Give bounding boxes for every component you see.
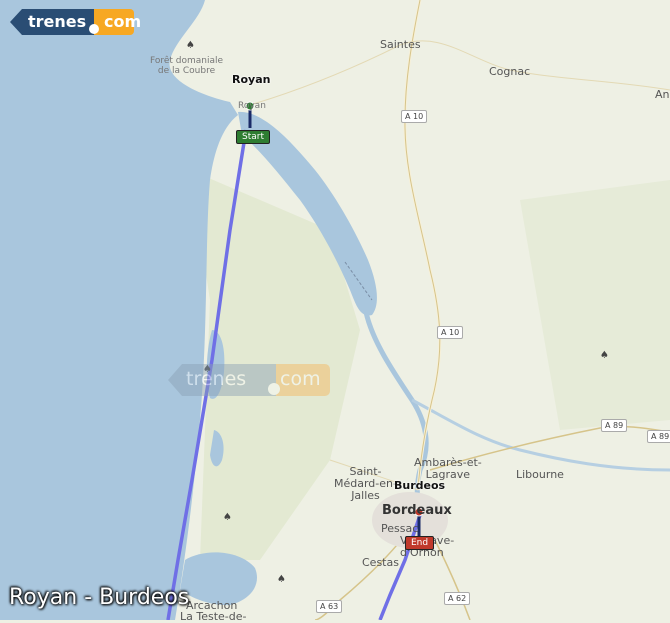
place-cognac: Cognac [489, 65, 531, 78]
place-foret-coubre: Forêt domaniale de la Coubre [150, 56, 224, 76]
end-badge[interactable]: End [405, 536, 435, 550]
place-saint-medard: Saint- Médard-en- Jalles [334, 465, 397, 502]
map-canvas[interactable]: ♠ ♠ ♠ ♠ ♠ [0, 0, 670, 620]
road-shield: A 10 [437, 326, 464, 339]
logo-tld: com [104, 12, 142, 31]
watermark-brand: trenes [186, 368, 247, 390]
tree-icon: ♠ [600, 350, 609, 361]
logo-brand: trenes [28, 12, 87, 31]
road-shield: A 62 [444, 592, 471, 605]
place-bordeaux: Bordeaux [382, 503, 452, 518]
tree-icon: ♠ [223, 512, 232, 523]
place-royan-town: Royan [238, 101, 266, 111]
watermark-tld: com [280, 368, 321, 390]
watermark-logo: trenes com [168, 364, 330, 396]
road-shield: A 89 [647, 430, 670, 443]
place-libourne: Libourne [516, 468, 564, 481]
destination-station-name: Burdeos [394, 479, 446, 492]
place-saintes: Saintes [380, 38, 421, 51]
place-cestas: Cestas [362, 556, 399, 569]
tree-icon: ♠ [186, 40, 195, 51]
route-title: Royan - Burdeos [9, 585, 190, 610]
tree-icon: ♠ [277, 574, 286, 585]
place-arcachon: Arcachon [186, 599, 238, 612]
start-badge[interactable]: Start [236, 130, 270, 144]
place-ambares: Ambarès-et- Lagrave [414, 456, 482, 481]
road-shield: A 10 [401, 110, 428, 123]
road-shield: A 63 [316, 600, 343, 613]
origin-station-name: Royan [232, 73, 271, 86]
road-shield: A 89 [601, 419, 628, 432]
place-an: An [655, 88, 670, 101]
trenes-logo[interactable]: trenes com [10, 9, 141, 35]
